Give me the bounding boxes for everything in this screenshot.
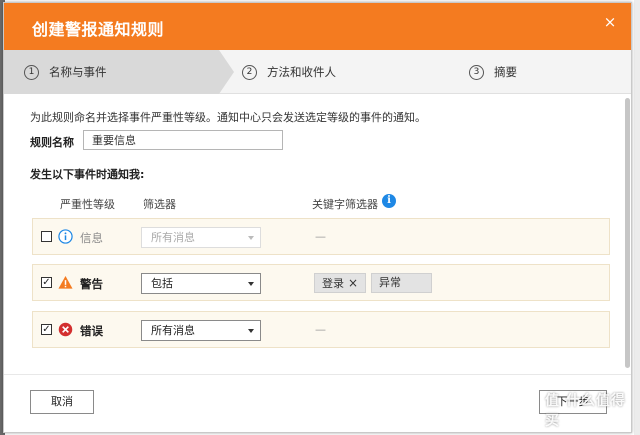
error-checkbox[interactable]: ✓ [41, 324, 52, 335]
severity-label: 信息 [80, 231, 103, 245]
rule-name-label: 规则名称 [30, 136, 74, 149]
severity-label: 错误 [80, 324, 103, 338]
section-title: 发生以下事件时通知我: [30, 168, 145, 181]
step-label: 名称与事件 [49, 65, 107, 79]
step-number: 2 [242, 64, 257, 80]
select-value: 所有消息 [151, 324, 195, 337]
remove-tag-icon[interactable]: × [348, 276, 358, 290]
step-label: 摘要 [494, 65, 517, 79]
watermark: 值 什么值得买 [545, 393, 626, 429]
filter-select-info[interactable]: 所有消息 [141, 227, 261, 248]
dialog-footer: 取消 下一步 [4, 374, 631, 432]
close-icon[interactable]: × [603, 15, 617, 30]
keyword-tag[interactable]: 登录 × [314, 273, 367, 293]
dialog-titlebar: 创建警报通知规则 × [4, 3, 631, 50]
step-name-and-events[interactable]: 1 名称与事件 [4, 50, 234, 94]
filter-select-error[interactable]: 所有消息 [141, 320, 261, 341]
step-label: 方法和收件人 [267, 65, 336, 79]
select-value: 包括 [151, 277, 173, 290]
chevron-down-icon [248, 329, 254, 333]
column-header-severity: 严重性等级 [60, 198, 115, 211]
severity-row-info: 信息 所有消息 — [32, 218, 610, 255]
chevron-down-icon [248, 282, 254, 286]
keyword-empty: — [315, 323, 326, 336]
step-number: 1 [24, 64, 39, 80]
error-icon [58, 322, 73, 337]
column-header-keyword: 关键字筛选器 [312, 198, 378, 211]
severity-row-error: ✓ 错误 所有消息 — [32, 311, 610, 348]
warning-icon [58, 275, 73, 289]
column-header-filter: 筛选器 [143, 198, 176, 211]
divider [4, 374, 631, 375]
scrollbar[interactable] [623, 94, 631, 374]
chevron-down-icon [248, 236, 254, 240]
keyword-tag-label: 登录 [322, 277, 344, 290]
filter-select-warning[interactable]: 包括 [141, 273, 261, 294]
keyword-empty: — [315, 230, 326, 243]
info-icon [58, 229, 73, 244]
background-right-edge [634, 0, 640, 435]
step-method-and-recipients[interactable]: 2 方法和收件人 [242, 50, 336, 94]
step-summary[interactable]: 3 摘要 [469, 50, 517, 94]
severity-row-warning: ✓ 警告 包括 登录 × 异常 [32, 264, 610, 301]
step-number: 3 [469, 64, 484, 80]
dialog-title: 创建警报通知规则 [32, 20, 165, 39]
wizard-steps: 1 名称与事件 2 方法和收件人 3 摘要 [4, 50, 631, 94]
warning-checkbox[interactable]: ✓ [41, 277, 52, 288]
keyword-tag-label: 异常 [379, 276, 401, 289]
severity-label: 警告 [80, 277, 103, 291]
form-description: 为此规则命名并选择事件严重性等级。通知中心只会发送选定等级的事件的通知。 [30, 111, 426, 124]
select-value: 所有消息 [151, 231, 195, 244]
cancel-button[interactable]: 取消 [30, 390, 94, 414]
scrollbar-thumb[interactable] [625, 98, 630, 368]
rule-name-input[interactable] [83, 130, 283, 150]
keyword-tag[interactable]: 异常 [371, 273, 432, 293]
create-alert-rule-dialog: 创建警报通知规则 × 1 名称与事件 2 方法和收件人 3 摘要 为此规则命名并… [3, 2, 632, 433]
keyword-help-icon[interactable]: i [382, 194, 396, 208]
info-checkbox[interactable] [41, 231, 52, 242]
